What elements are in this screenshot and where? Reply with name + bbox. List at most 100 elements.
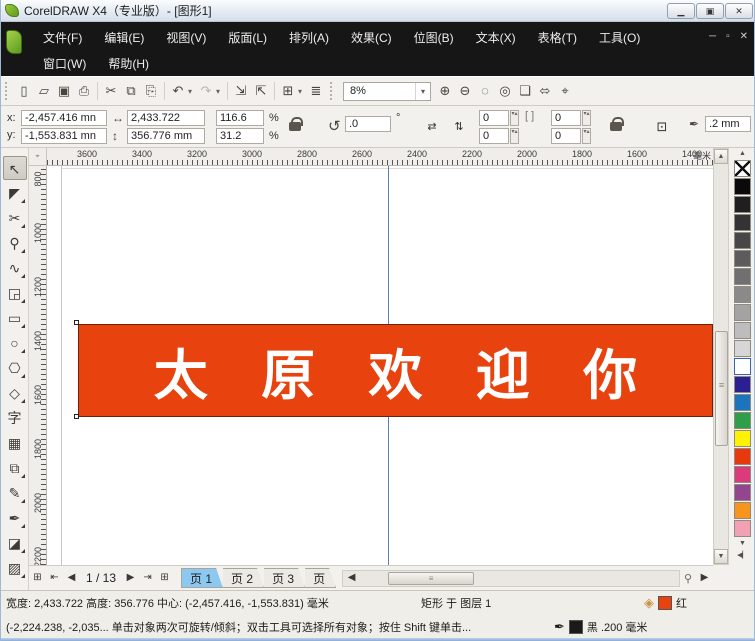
corner-tr-spinner[interactable]: ▾▴ xyxy=(582,110,591,126)
color-swatch[interactable] xyxy=(734,250,751,267)
cut-button[interactable]: ✂ xyxy=(101,81,121,101)
palette-scroll-down-icon[interactable]: ▼ xyxy=(739,538,746,550)
new-document-button[interactable]: ▯ xyxy=(14,81,34,101)
drawing-canvas[interactable]: 太 原 欢 迎 你 xyxy=(47,166,713,565)
zoom-tool[interactable]: ⚲ xyxy=(3,231,27,255)
launcher-dropdown-icon[interactable]: ▾ xyxy=(298,87,306,96)
menu-bitmaps[interactable]: 位图(B) xyxy=(414,29,454,46)
menu-table[interactable]: 表格(T) xyxy=(538,29,577,46)
interactive-fill-tool[interactable]: ▨ xyxy=(3,556,27,580)
doc-close-button[interactable]: ✕ xyxy=(740,31,748,42)
color-swatch[interactable] xyxy=(734,214,751,231)
last-page-button[interactable]: ⇥ xyxy=(139,569,156,587)
palette-scroll-up-icon[interactable]: ▲ xyxy=(739,148,746,160)
menu-edit[interactable]: 编辑(E) xyxy=(104,29,144,46)
corner-lock-button[interactable] xyxy=(605,115,627,137)
options-button[interactable]: ≣ xyxy=(306,81,326,101)
zoom-in-button[interactable]: ⊕ xyxy=(435,81,455,101)
pick-tool[interactable]: ↖ xyxy=(3,156,27,180)
color-swatch[interactable] xyxy=(734,304,751,321)
selection-handle-top-left[interactable] xyxy=(74,320,79,325)
undo-dropdown-icon[interactable]: ▾ xyxy=(188,87,196,96)
basic-shapes-tool[interactable]: ◇ xyxy=(3,381,27,405)
scale-y-input[interactable]: 31.2 xyxy=(216,128,264,144)
redo-dropdown-icon[interactable]: ▾ xyxy=(216,87,224,96)
zoom-to-width-button[interactable]: ⬄ xyxy=(535,81,555,101)
color-swatch-white-selected[interactable] xyxy=(734,358,751,375)
doc-minimize-button[interactable]: ─ xyxy=(709,31,716,42)
scroll-right-icon[interactable]: ▶ xyxy=(696,569,713,587)
outline-pen-tool[interactable]: ✒ xyxy=(3,506,27,530)
previous-page-button[interactable]: ◀ xyxy=(63,569,80,587)
scale-lock-button[interactable] xyxy=(284,115,306,137)
zoom-combo-dropdown-icon[interactable]: ▾ xyxy=(415,83,430,100)
blend-tool[interactable]: ⧉ xyxy=(3,456,27,480)
next-page-button[interactable]: ▶ xyxy=(122,569,139,587)
undo-button[interactable]: ↶ xyxy=(168,81,188,101)
color-swatch[interactable] xyxy=(734,232,751,249)
ruler-origin-button[interactable]: ⌖ xyxy=(29,148,47,166)
restore-button[interactable]: ▣ xyxy=(696,3,724,19)
print-button[interactable]: ⎙ xyxy=(74,81,94,101)
page-tab-more[interactable]: 页 xyxy=(305,568,336,588)
color-swatch[interactable] xyxy=(734,322,751,339)
color-swatch[interactable] xyxy=(734,394,751,411)
color-swatch[interactable] xyxy=(734,340,751,357)
rectangle-tool[interactable]: ▭ xyxy=(3,306,27,330)
menu-window[interactable]: 窗口(W) xyxy=(43,55,86,72)
redo-button[interactable]: ↷ xyxy=(196,81,216,101)
application-launcher-button[interactable]: ⊞ xyxy=(278,81,298,101)
object-x-input[interactable]: -2,457.416 mn xyxy=(21,110,107,126)
scroll-up-icon[interactable]: ▲ xyxy=(714,149,728,164)
color-swatch[interactable] xyxy=(734,430,751,447)
color-swatch[interactable] xyxy=(734,412,751,429)
zoom-level-combo[interactable]: 8% ▾ xyxy=(343,82,431,101)
color-swatch[interactable] xyxy=(734,502,751,519)
zoombar-grip[interactable] xyxy=(330,82,335,100)
nav-magnifier-icon[interactable]: ⚲ xyxy=(684,572,692,585)
add-page-button[interactable]: ⊞ xyxy=(156,569,173,587)
menu-help[interactable]: 帮助(H) xyxy=(108,55,149,72)
object-y-input[interactable]: -1,553.831 mn xyxy=(21,128,107,144)
color-swatch[interactable] xyxy=(734,376,751,393)
crop-tool[interactable]: ✂ xyxy=(3,206,27,230)
vertical-ruler[interactable]: 800 1000 1200 1400 1600 1800 2000 2200 xyxy=(29,166,47,565)
mirror-vertical-button[interactable]: ⇅ xyxy=(448,115,470,137)
palette-flyout-icon[interactable]: ◀▏ xyxy=(737,550,748,562)
fill-tool[interactable]: ◪ xyxy=(3,531,27,555)
color-swatch[interactable] xyxy=(734,178,751,195)
import-button[interactable]: ⇲ xyxy=(231,81,251,101)
menu-effects[interactable]: 效果(C) xyxy=(351,29,392,46)
close-button[interactable]: ✕ xyxy=(725,3,753,19)
scroll-down-icon[interactable]: ▼ xyxy=(714,549,728,564)
color-swatch[interactable] xyxy=(734,448,751,465)
toolbar-grip[interactable] xyxy=(5,82,10,100)
eyedropper-tool[interactable]: ✎ xyxy=(3,481,27,505)
vertical-scroll-thumb[interactable] xyxy=(715,331,728,446)
table-tool[interactable]: ▦ xyxy=(3,431,27,455)
zoom-to-selection-button[interactable]: ◌ xyxy=(475,81,495,101)
zoom-to-page-button[interactable]: ❏ xyxy=(515,81,535,101)
zoom-to-all-button[interactable]: ◎ xyxy=(495,81,515,101)
wrap-text-button[interactable]: ⊡ xyxy=(651,115,673,137)
vertical-scrollbar[interactable]: ▲ ▼ xyxy=(713,148,729,565)
mirror-horizontal-button[interactable]: ⇄ xyxy=(421,115,443,137)
first-page-button[interactable]: ⇤ xyxy=(46,569,63,587)
scale-x-input[interactable]: 116.6 xyxy=(216,110,264,126)
object-height-input[interactable]: 356.776 mm xyxy=(127,128,205,144)
corner-radius-br-input[interactable]: 0 xyxy=(551,128,581,144)
page-tab-2[interactable]: 页 2 xyxy=(223,568,264,588)
doc-restore-button[interactable]: ▫ xyxy=(726,31,730,42)
corner-br-spinner[interactable]: ▾▴ xyxy=(582,128,591,144)
paste-button[interactable]: ⎘ xyxy=(141,81,161,101)
menu-tools[interactable]: 工具(O) xyxy=(599,29,640,46)
horizontal-scrollbar[interactable]: ◀ ≡ xyxy=(342,570,680,587)
selection-handle-bottom-left[interactable] xyxy=(74,414,79,419)
export-button[interactable]: ⇱ xyxy=(251,81,271,101)
minimize-button[interactable]: ▁ xyxy=(667,3,695,19)
open-button[interactable]: ▱ xyxy=(34,81,54,101)
smart-fill-tool[interactable]: ◲ xyxy=(3,281,27,305)
color-swatch[interactable] xyxy=(734,484,751,501)
menu-text[interactable]: 文本(X) xyxy=(476,29,516,46)
color-swatch[interactable] xyxy=(734,520,751,537)
